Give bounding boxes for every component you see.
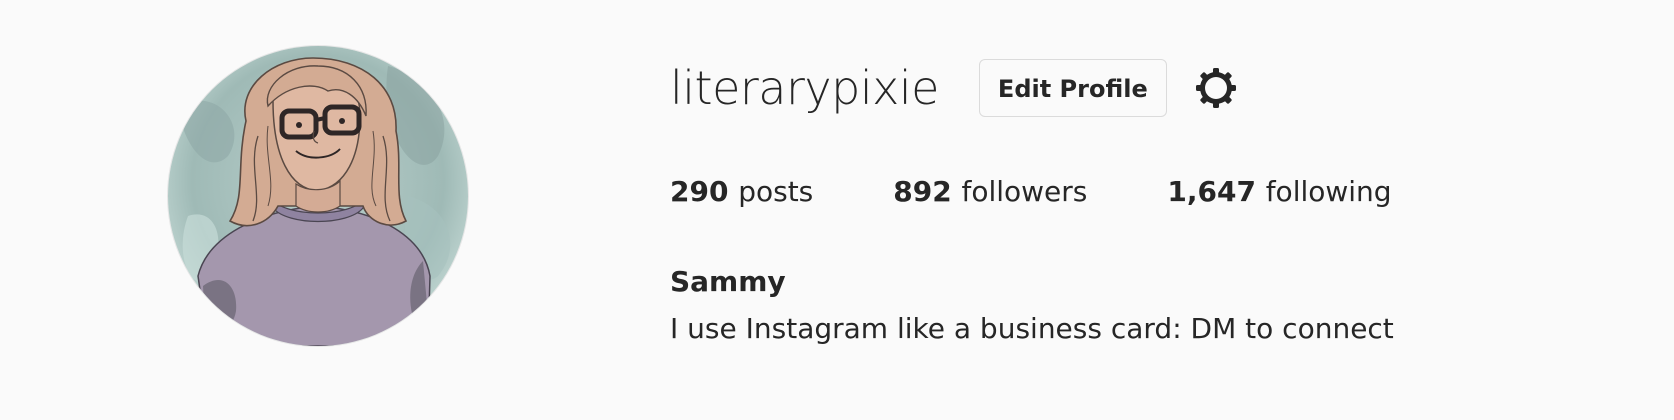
avatar-illustration-icon xyxy=(168,46,468,346)
stat-following-label: following xyxy=(1265,175,1392,208)
stat-posts: 290 posts xyxy=(670,172,813,212)
edit-profile-button[interactable]: Edit Profile xyxy=(978,59,1167,117)
stat-posts-label: posts xyxy=(738,175,814,208)
stat-followers-count: 892 xyxy=(893,175,962,208)
profile-header: literarypixie Edit Profile xyxy=(670,56,1239,120)
stat-following-count: 1,647 xyxy=(1167,175,1266,208)
profile-info: literarypixie Edit Profile 290 posts 892… xyxy=(670,0,1650,420)
profile-stats: 290 posts 892 followers 1,647 following xyxy=(670,172,1392,212)
stat-posts-count: 290 xyxy=(670,175,739,208)
bio-name: Sammy xyxy=(670,265,786,298)
stat-followers[interactable]: 892 followers xyxy=(893,172,1087,212)
avatar[interactable] xyxy=(168,46,468,346)
profile-page: literarypixie Edit Profile 290 posts 892… xyxy=(0,0,1674,420)
stat-followers-label: followers xyxy=(961,175,1088,208)
username: literarypixie xyxy=(670,61,939,115)
bio-text: I use Instagram like a business card: DM… xyxy=(670,312,1394,345)
gear-icon[interactable] xyxy=(1193,65,1239,111)
stat-following[interactable]: 1,647 following xyxy=(1167,172,1391,212)
